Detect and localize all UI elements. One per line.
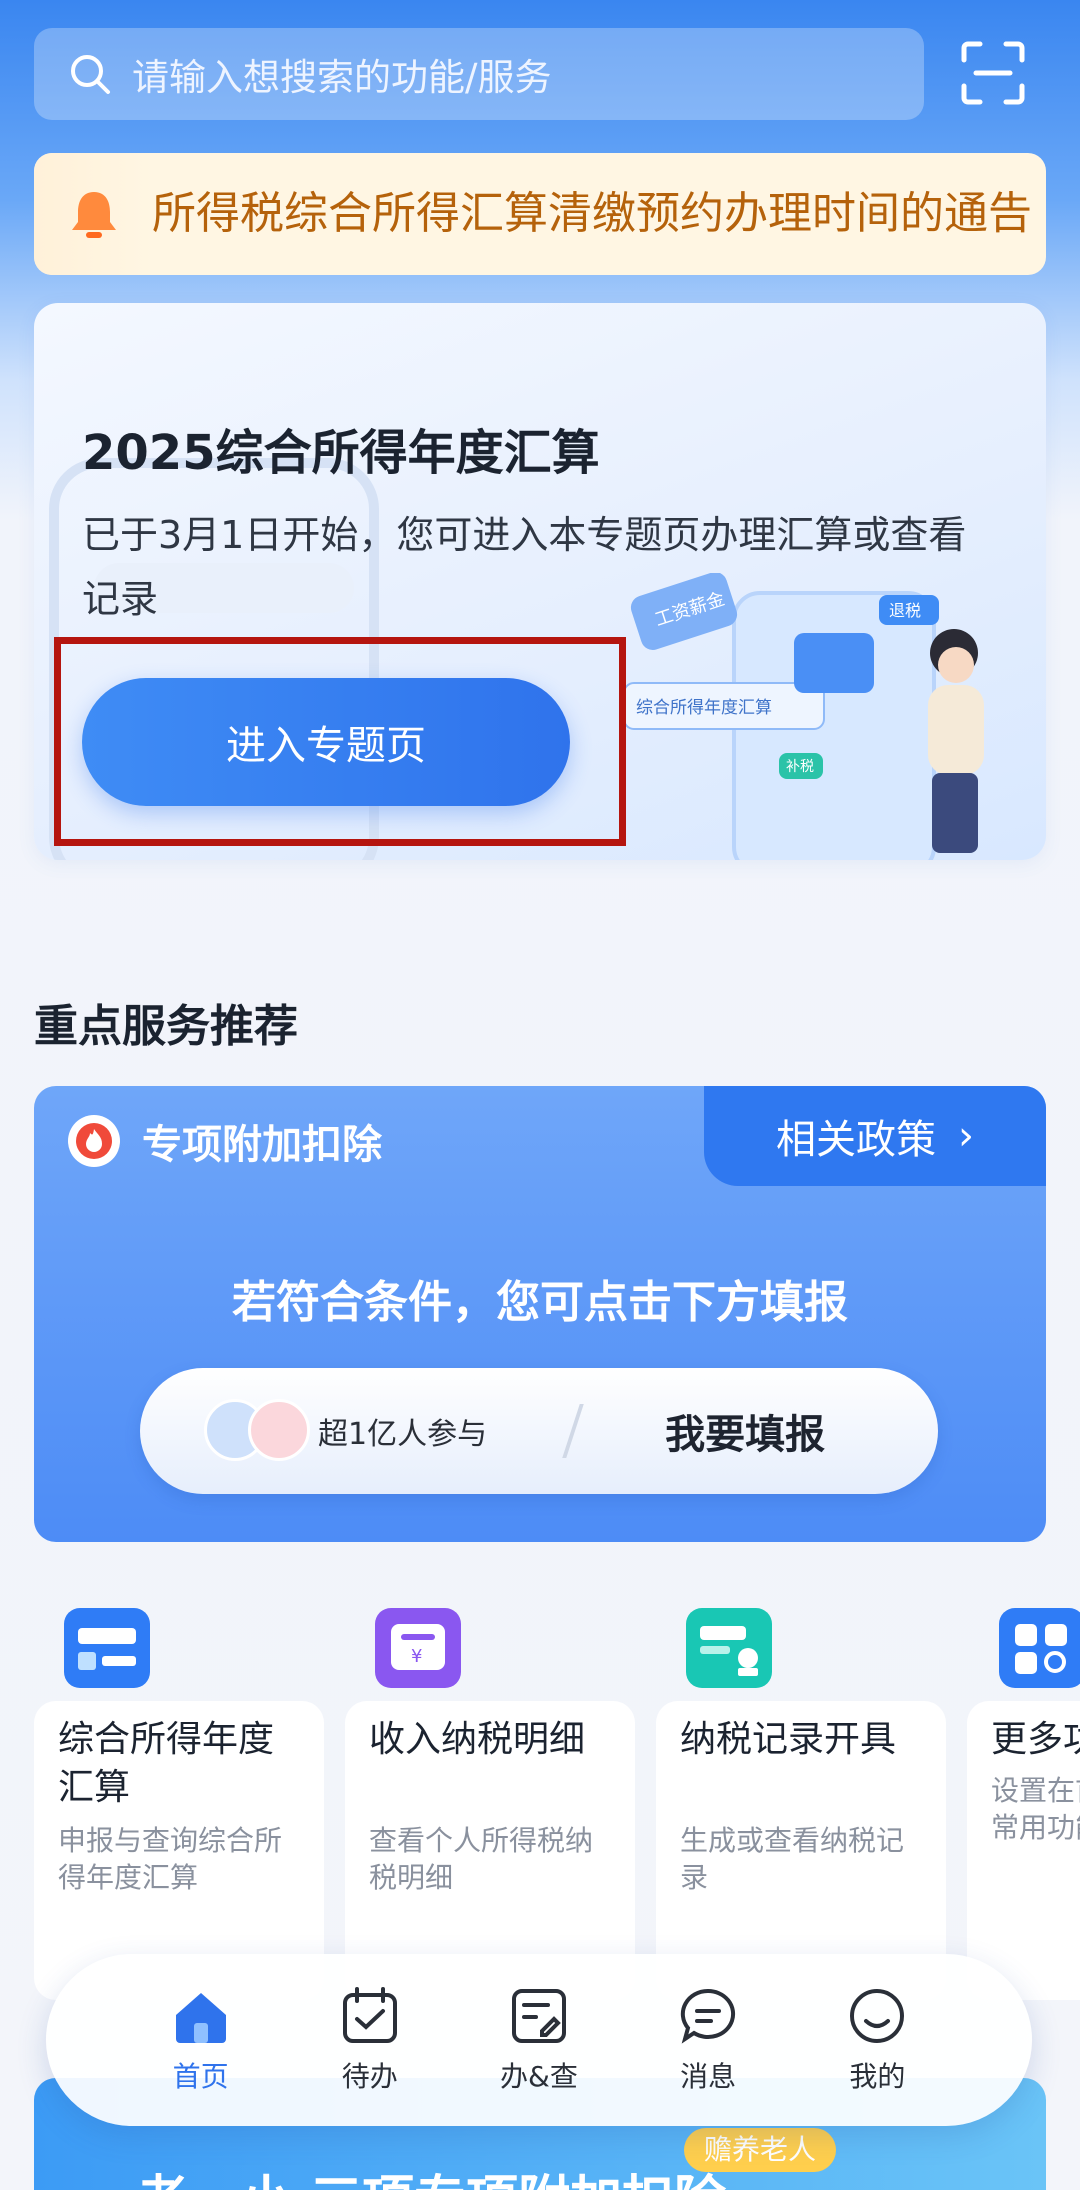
service-desc: 设置在首页常用功能 (991, 1774, 1080, 1844)
bottom-nav: 首页 待办 办&查 消息 我的 (46, 1954, 1032, 2126)
svg-text:¥: ¥ (411, 1646, 422, 1667)
chevron-right-icon: › (958, 1113, 974, 1159)
wallet-icon (64, 1608, 150, 1688)
divider (562, 1404, 584, 1458)
service-desc: 生成或查看纳税记录 (680, 1824, 905, 1894)
calendar-check-icon (342, 1987, 397, 2043)
service-name: 更多功能 (991, 1719, 1080, 1760)
home-icon (175, 1993, 226, 2043)
search-icon (71, 55, 110, 94)
feature-title: 2025综合所得年度汇算 (82, 425, 600, 481)
smile-icon (850, 1989, 905, 2043)
service-card-annual-settlement[interactable]: 综合所得年度汇算 申报与查询综合所得年度汇算 (34, 1596, 324, 2000)
nav-label: 我的 (849, 2060, 906, 2093)
special-deduction-card: 专项附加扣除 相关政策 › 若符合条件，您可点击下方填报 超1亿人参与 我要填报 (34, 1086, 1046, 1542)
highlight-box (54, 637, 626, 846)
chat-bubble-icon (680, 1988, 736, 2044)
nav-item-todo[interactable]: 待办 (310, 1985, 430, 2095)
related-policy-link[interactable]: 相关政策 › (704, 1086, 1046, 1186)
illus-label-refund: 退税 (889, 602, 921, 620)
service-card-income-detail[interactable]: ¥ 收入纳税明细 查看个人所得税纳税明细 (345, 1596, 635, 2000)
participant-count: 超1亿人参与 (318, 1417, 488, 1452)
fill-report-button[interactable]: 我要填报 (665, 1402, 825, 1460)
bell-icon (72, 192, 116, 238)
search-placeholder: 请输入想搜索的功能/服务 (132, 56, 552, 99)
notice-bell-area (34, 153, 154, 275)
notice-bar[interactable]: 所得税综合所得汇算清缴预约办理时间的通告 (34, 153, 1046, 275)
nav-label: 首页 (172, 2060, 229, 2093)
certificate-stamp-icon (686, 1608, 772, 1688)
fill-report-pill[interactable]: 超1亿人参与 我要填报 (140, 1368, 938, 1494)
related-policy-label: 相关政策 (776, 1117, 936, 1163)
deduction-hint: 若符合条件，您可点击下方填报 (232, 1277, 848, 1328)
nav-label: 待办 (341, 2060, 398, 2093)
deduction-title: 专项附加扣除 (142, 1122, 382, 1168)
service-name: 收入纳税明细 (369, 1719, 586, 1760)
service-desc: 申报与查询综合所得年度汇算 (58, 1824, 283, 1894)
service-name: 综合所得年度汇算 (58, 1719, 275, 1808)
yuan-receipt-icon: ¥ (375, 1608, 461, 1688)
illus-label-pay: 补税 (786, 758, 814, 774)
nav-label: 消息 (680, 2060, 737, 2093)
notice-text: 所得税综合所得汇算清缴预约办理时间的通告 (152, 188, 1032, 239)
document-edit-icon (511, 1989, 566, 2043)
service-card-tax-record[interactable]: 纳税记录开具 生成或查看纳税记录 (656, 1596, 946, 2000)
avatar (248, 1399, 310, 1461)
deduction-header: 专项附加扣除 (68, 1112, 382, 1170)
service-card-more[interactable]: 更多功能 设置在首页常用功能 (967, 1596, 1080, 2000)
nav-item-mine[interactable]: 我的 (817, 1985, 937, 2095)
service-name: 纳税记录开具 (680, 1719, 897, 1760)
illus-label-settlement: 综合所得年度汇算 (636, 698, 772, 717)
nav-item-handle-query[interactable]: 办&查 (479, 1985, 599, 2095)
section-title: 重点服务推荐 (34, 1001, 298, 1052)
nav-label: 办&查 (500, 2060, 578, 2093)
apps-grid-icon (999, 1608, 1080, 1688)
scan-icon[interactable] (960, 40, 1026, 106)
nav-item-messages[interactable]: 消息 (648, 1985, 768, 2095)
search-bar[interactable]: 请输入想搜索的功能/服务 (34, 28, 924, 120)
settlement-illustration: 工资薪金 退税 综合所得年度汇算 补税 (624, 573, 984, 860)
banner-title: 一老一小 三项专项附加扣除 (84, 2158, 726, 2190)
participant-avatars (204, 1399, 310, 1463)
service-desc: 查看个人所得税纳税明细 (369, 1824, 594, 1894)
fire-icon (68, 1115, 120, 1167)
nav-item-home[interactable]: 首页 (141, 1985, 261, 2095)
